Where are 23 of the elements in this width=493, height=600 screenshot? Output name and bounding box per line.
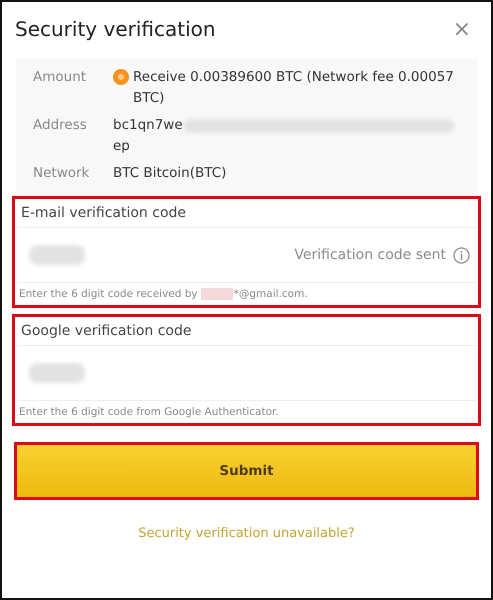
coin-icon [113, 69, 129, 85]
detail-label: Network [33, 164, 90, 183]
hint-text: *@gmail.com. [234, 288, 308, 300]
help-link[interactable]: Security verification unavailable? [138, 526, 355, 541]
field-label: E-mail verification code [21, 205, 186, 221]
detail-label: Amount [33, 68, 88, 87]
detail-value: bc1qn7we [113, 116, 183, 135]
field-label: Google verification code [21, 323, 192, 339]
redacted-text [200, 288, 233, 300]
hint-text: Enter the 6 digit code received by [19, 288, 198, 300]
status-text: Verification code sent [294, 247, 446, 263]
detail-value: ep [113, 137, 130, 156]
dialog-title: Security verification [15, 17, 216, 41]
hint-text: Enter the 6 digit code from Google Authenticator. [19, 406, 279, 418]
info-icon[interactable] [453, 246, 470, 264]
input-field[interactable]: Verification code sent [17, 228, 476, 283]
detail-value: Receive 0.00389600 BTC (Network fee 0.00057 BTC) [133, 68, 455, 108]
detail-label: Address [33, 116, 88, 135]
detail-value: BTC Bitcoin(BTC) [113, 164, 226, 183]
redacted-value [29, 363, 85, 383]
redacted-value [29, 245, 85, 265]
submit-button[interactable]: Submit [17, 445, 476, 497]
close-button[interactable]: × [448, 16, 475, 42]
